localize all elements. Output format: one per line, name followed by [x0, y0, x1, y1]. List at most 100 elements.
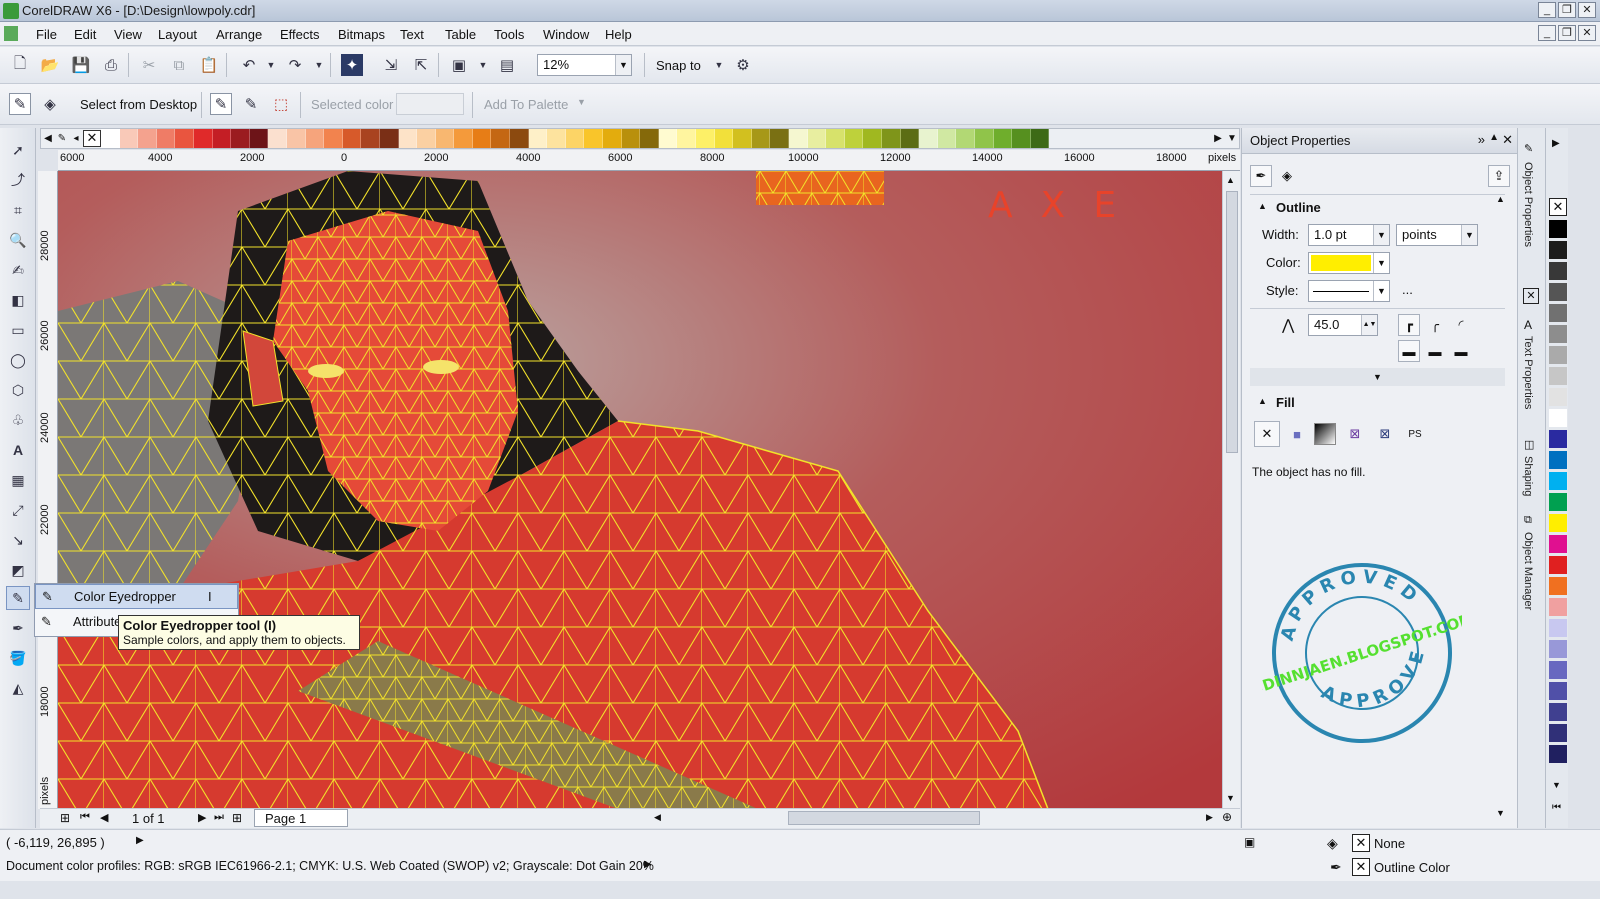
palette-swatch[interactable] — [714, 129, 734, 148]
eyedropper-tool-icon[interactable]: ✎ — [6, 586, 30, 610]
launcher-dropdown-icon[interactable]: ▼ — [472, 54, 494, 76]
tab-text-properties-icon[interactable]: A — [1524, 318, 1532, 332]
no-color-swatch[interactable]: ✕ — [83, 130, 101, 147]
strip-swatch[interactable] — [1549, 745, 1567, 763]
strip-swatch[interactable] — [1549, 514, 1567, 532]
palette-scroll-right-icon[interactable]: ▶ — [1211, 133, 1225, 144]
palette-swatch[interactable] — [844, 129, 864, 148]
paste-icon[interactable]: 📋 — [198, 54, 220, 76]
docker-options-icon[interactable]: ⇪ — [1488, 165, 1510, 187]
palette-swatch[interactable] — [993, 129, 1013, 148]
palette-swatch[interactable] — [342, 129, 362, 148]
tab-shaping[interactable]: Shaping — [1522, 456, 1534, 496]
strip-swatch[interactable] — [1549, 283, 1567, 301]
docker-close-icon[interactable]: ✕ — [1502, 132, 1513, 148]
palette-scroll-left-icon[interactable]: ◀ — [41, 133, 55, 144]
doc-close-button[interactable]: ✕ — [1578, 25, 1596, 41]
text-tool-icon[interactable]: A — [6, 438, 30, 462]
eyedropper-sample-icon[interactable]: ✎ — [9, 93, 31, 115]
strip-scroll-up-icon[interactable]: ▶ — [1552, 138, 1560, 149]
outline-collapse-icon[interactable]: ▲ — [1258, 201, 1267, 211]
restore-button[interactable]: ❐ — [1558, 2, 1576, 18]
miter-spinner-icon[interactable]: ▲▼ — [1361, 315, 1377, 335]
palette-swatch[interactable] — [640, 129, 659, 148]
bevel-corner-icon[interactable]: ◜ — [1450, 314, 1472, 336]
unit-dropdown-icon[interactable]: ▼ — [1461, 225, 1477, 245]
palette-swatch[interactable] — [788, 129, 808, 148]
undo-icon[interactable]: ↶ — [238, 54, 260, 76]
outline-width-select[interactable]: 1.0 pt ▼ — [1308, 224, 1390, 246]
color-dropdown-icon[interactable]: ▼ — [1373, 253, 1389, 273]
strip-scroll-down-icon[interactable]: ▼ — [1552, 780, 1561, 790]
palette-swatch[interactable] — [528, 129, 548, 148]
palette-swatch[interactable] — [881, 129, 901, 148]
import-icon[interactable]: ⇲ — [380, 54, 402, 76]
menu-edit[interactable]: Edit — [74, 27, 96, 42]
palette-swatch[interactable] — [379, 129, 399, 148]
tab-object-properties-icon[interactable]: ✎ — [1524, 142, 1533, 155]
horizontal-ruler[interactable]: 6000 4000 2000 0 2000 4000 6000 8000 100… — [58, 150, 1240, 171]
last-page-icon[interactable]: ⏭ — [214, 811, 224, 824]
strip-swatch[interactable] — [1549, 451, 1567, 469]
tab-shaping-icon[interactable]: ◫ — [1524, 438, 1534, 451]
uniform-fill-icon[interactable]: ■ — [1286, 423, 1308, 445]
flyout-color-eyedropper[interactable]: ✎ Color Eyedropper I — [35, 584, 238, 609]
palette-swatch[interactable] — [510, 129, 529, 148]
tab-object-manager-icon[interactable]: ⧉ — [1524, 514, 1532, 527]
menu-help[interactable]: Help — [605, 27, 632, 42]
palette-swatch[interactable] — [324, 129, 343, 148]
ellipse-tool-icon[interactable]: ◯ — [6, 348, 30, 372]
palette-swatch[interactable] — [565, 129, 585, 148]
menu-bitmaps[interactable]: Bitmaps — [338, 27, 385, 42]
round-corner-icon[interactable]: ╭ — [1424, 314, 1446, 336]
prev-page-icon[interactable]: ◀ — [100, 811, 108, 824]
strip-swatch[interactable] — [1549, 598, 1567, 616]
doc-restore-button[interactable]: ❐ — [1558, 25, 1576, 41]
vertical-ruler[interactable]: 28000 26000 24000 22000 20000 18000 pixe… — [38, 171, 58, 809]
strip-swatch[interactable] — [1549, 535, 1567, 553]
palette-swatch[interactable] — [603, 129, 622, 148]
scroll-down-icon[interactable]: ▼ — [1226, 793, 1235, 803]
strip-swatch[interactable] — [1549, 493, 1567, 511]
palette-swatch[interactable] — [1012, 129, 1031, 148]
doc-minimize-button[interactable]: _ — [1538, 25, 1556, 41]
palette-swatch[interactable] — [1030, 129, 1050, 148]
export-icon[interactable]: ⇱ — [410, 54, 432, 76]
table-tool-icon[interactable]: ▦ — [6, 468, 30, 492]
menu-effects[interactable]: Effects — [280, 27, 320, 42]
search-content-icon[interactable]: ✦ — [341, 54, 363, 76]
palette-swatch[interactable] — [733, 129, 752, 148]
sample-2x2-icon[interactable]: ✎ — [240, 93, 262, 115]
color-proof-icon[interactable]: ▣ — [1244, 835, 1255, 849]
page-tab[interactable]: Page 1 — [254, 809, 348, 827]
palette-swatch[interactable] — [937, 129, 957, 148]
palette-swatch[interactable] — [119, 129, 139, 148]
outline-expand-button[interactable]: ▼ — [1250, 368, 1505, 386]
menu-view[interactable]: View — [114, 27, 142, 42]
miter-corner-icon[interactable]: ┏ — [1398, 314, 1420, 336]
strip-swatch[interactable] — [1549, 367, 1567, 385]
add-page-after-icon[interactable]: ⊞ — [232, 811, 242, 825]
docker-minimize-icon[interactable]: ▲ — [1489, 132, 1499, 143]
menu-file[interactable]: File — [36, 27, 57, 42]
apply-color-icon[interactable]: ◈ — [39, 93, 61, 115]
add-page-before-icon[interactable]: ⊞ — [60, 811, 70, 825]
style-dropdown-icon[interactable]: ▼ — [1373, 281, 1389, 301]
palette-expand-icon[interactable]: ▼ — [1225, 133, 1239, 144]
palette-swatch[interactable] — [751, 129, 771, 148]
strip-swatch[interactable] — [1549, 619, 1567, 637]
application-launcher-icon[interactable]: ▣ — [448, 54, 470, 76]
round-cap-icon[interactable]: ▬ — [1424, 340, 1446, 362]
menu-layout[interactable]: Layout — [158, 27, 197, 42]
palette-swatch[interactable] — [956, 129, 975, 148]
menu-table[interactable]: Table — [445, 27, 476, 42]
strip-swatch[interactable] — [1549, 220, 1567, 238]
next-page-icon[interactable]: ▶ — [198, 811, 206, 824]
outline-color-picker[interactable]: ▼ — [1308, 252, 1390, 274]
redo-icon[interactable]: ↷ — [284, 54, 306, 76]
fill-collapse-icon[interactable]: ▲ — [1258, 396, 1267, 406]
palette-swatch[interactable] — [621, 129, 641, 148]
strip-no-color-swatch[interactable]: ✕ — [1549, 198, 1567, 216]
palette-swatch[interactable] — [138, 129, 157, 148]
horizontal-scroll-thumb[interactable] — [788, 811, 980, 825]
